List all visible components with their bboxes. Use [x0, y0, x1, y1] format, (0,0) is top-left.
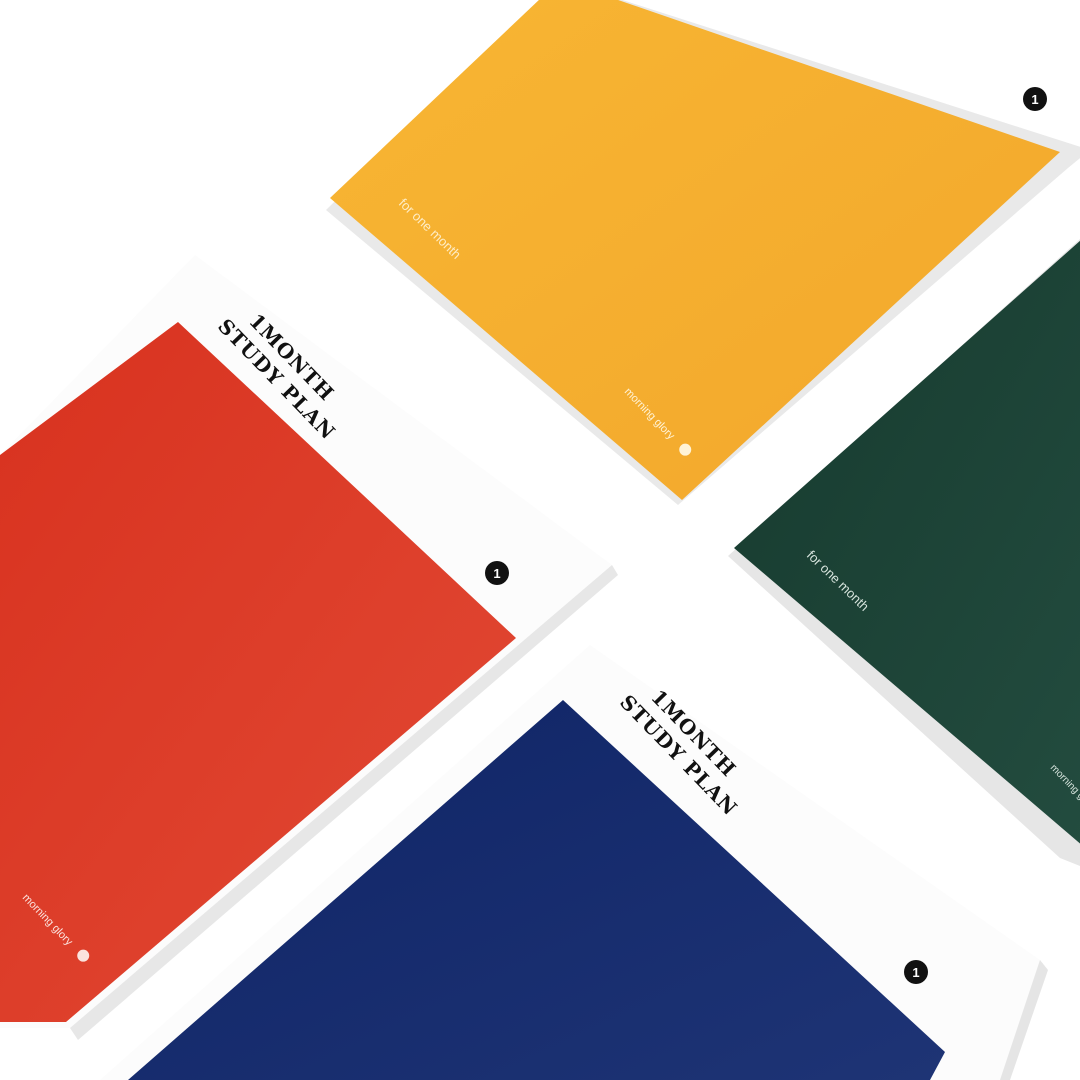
red-number-badge: 1 — [485, 561, 509, 585]
yellow-number-badge: 1 — [1023, 87, 1047, 111]
svg-text:1: 1 — [493, 566, 500, 581]
svg-text:1: 1 — [912, 965, 919, 980]
blue-number-badge: 1 — [904, 960, 928, 984]
svg-text:1: 1 — [1031, 92, 1038, 107]
product-photo: for one month morning glory 1 for one mo… — [0, 0, 1080, 1080]
